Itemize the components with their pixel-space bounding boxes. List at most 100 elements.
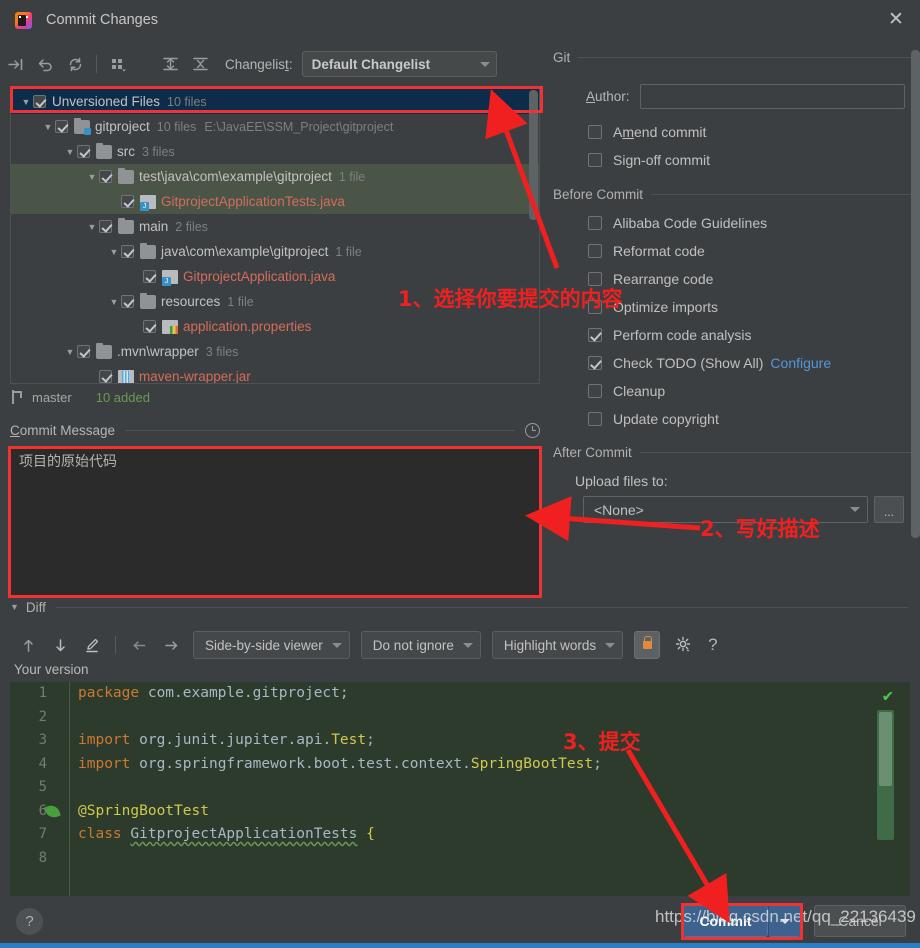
row-checkbox[interactable] <box>99 170 112 183</box>
checkbox-box[interactable] <box>588 356 602 370</box>
diff-section-header[interactable]: ▼ Diff <box>10 598 910 616</box>
chevron-down-icon[interactable]: ▼ <box>19 97 33 107</box>
upload-target-dropdown[interactable]: <None> <box>583 496 868 523</box>
configure-link[interactable]: Configure <box>770 355 831 371</box>
options-scrollbar[interactable] <box>911 50 920 538</box>
author-field[interactable] <box>639 84 905 109</box>
row-checkbox[interactable] <box>99 220 112 233</box>
line-number: 2 <box>38 708 47 725</box>
checkbox-box[interactable] <box>588 300 602 314</box>
checkbox-box[interactable] <box>588 153 602 167</box>
row-checkbox[interactable] <box>99 370 112 383</box>
row-checkbox[interactable] <box>143 270 156 283</box>
help-button[interactable]: ? <box>16 908 43 935</box>
scrollbar-thumb[interactable] <box>879 712 892 786</box>
commit-options-dropdown[interactable] <box>768 905 801 937</box>
read-only-lock-icon[interactable] <box>634 631 661 659</box>
before-commit-checkbox[interactable]: Reformat code <box>588 237 920 265</box>
highlight-mode-dropdown[interactable]: Highlight words <box>491 631 624 659</box>
amend-commit-checkbox[interactable]: Amend commit <box>588 118 920 146</box>
checkbox-box[interactable] <box>588 328 602 342</box>
before-commit-checkbox[interactable]: Alibaba Code Guidelines <box>588 209 920 237</box>
chevron-down-icon[interactable]: ▼ <box>41 122 55 132</box>
chevron-down-icon[interactable]: ▼ <box>63 147 77 157</box>
signoff-commit-label: Sign-off commit <box>613 152 711 168</box>
editor-scrollbar[interactable] <box>877 710 894 840</box>
checkbox-box[interactable] <box>588 244 602 258</box>
row-checkbox[interactable] <box>121 195 134 208</box>
previous-difference-icon[interactable] <box>12 632 44 658</box>
accept-right-icon[interactable] <box>155 632 187 658</box>
next-difference-icon[interactable] <box>44 632 76 658</box>
expand-all-icon[interactable] <box>155 50 185 78</box>
row-checkbox[interactable] <box>143 320 156 333</box>
before-commit-checkbox[interactable]: Rearrange code <box>588 265 920 293</box>
collapse-all-icon[interactable] <box>185 50 215 78</box>
tree-row[interactable]: ▼ resources 1 file <box>11 289 539 314</box>
chevron-down-icon[interactable]: ▼ <box>10 602 19 612</box>
chevron-down-icon[interactable]: ▼ <box>107 247 121 257</box>
tree-row[interactable]: ▼ .mvn\wrapper 3 files <box>11 339 539 364</box>
viewer-mode-dropdown[interactable]: Side-by-side viewer <box>193 631 350 659</box>
close-icon[interactable]: ✕ <box>886 10 906 30</box>
changes-tree[interactable]: ▼ Unversioned Files 10 files ▼ gitproject… <box>10 88 540 384</box>
row-checkbox[interactable] <box>121 245 134 258</box>
cancel-button[interactable]: Cancel <box>814 905 906 937</box>
before-commit-checkbox[interactable]: Cleanup <box>588 377 920 405</box>
tree-row[interactable]: GitprojectApplication.java <box>11 264 539 289</box>
chevron-down-icon[interactable]: ▼ <box>63 347 77 357</box>
chevron-down-icon[interactable]: ▼ <box>85 222 99 232</box>
browse-button[interactable]: ... <box>874 496 904 523</box>
edit-source-icon[interactable] <box>76 632 108 658</box>
before-commit-checkbox[interactable]: Optimize imports <box>588 293 920 321</box>
branch-name: master <box>32 389 72 405</box>
changelist-dropdown[interactable]: Default Changelist <box>301 51 497 77</box>
refresh-icon[interactable] <box>60 50 90 78</box>
tree-row[interactable]: ▼ test\java\com\example\gitproject 1 file <box>11 164 539 189</box>
commit-message-input[interactable]: 项目的原始代码 <box>10 446 540 596</box>
code-token: com.example.gitproject; <box>139 685 349 701</box>
ignore-mode-dropdown[interactable]: Do not ignore <box>360 631 481 659</box>
row-checkbox[interactable] <box>55 120 68 133</box>
chevron-down-icon <box>479 61 490 67</box>
move-to-changelist-icon[interactable] <box>0 50 30 78</box>
row-checkbox[interactable] <box>77 145 90 158</box>
checkbox-box[interactable] <box>588 384 602 398</box>
chevron-down-icon[interactable]: ▼ <box>107 297 121 307</box>
tree-row[interactable]: ▼ src 3 files <box>11 139 539 164</box>
signoff-commit-checkbox[interactable]: Sign-off commit <box>588 146 920 174</box>
before-commit-checkbox[interactable]: Update copyright <box>588 405 920 433</box>
diff-help-icon[interactable]: ? <box>708 635 717 655</box>
tree-row[interactable]: maven-wrapper.jar <box>11 364 539 383</box>
diff-editor[interactable]: 1 2 3 4 5 6 7 8 package com.example.gitproject;… <box>10 682 910 896</box>
rollback-icon[interactable] <box>30 50 60 78</box>
tree-row-unversioned-root[interactable]: ▼ Unversioned Files 10 files <box>11 89 539 114</box>
accept-left-icon[interactable] <box>123 632 155 658</box>
before-commit-checkbox[interactable]: Perform code analysis <box>588 321 920 349</box>
checkbox-box[interactable] <box>588 412 602 426</box>
tree-row[interactable]: ▼ main 2 files <box>11 214 539 239</box>
checkbox-box[interactable] <box>588 125 602 139</box>
tree-row[interactable]: application.properties <box>11 314 539 339</box>
checkbox-box[interactable] <box>588 216 602 230</box>
before-commit-checkbox[interactable]: Check TODO (Show All) Configure <box>588 349 920 377</box>
tree-row[interactable]: GitprojectApplicationTests.java <box>11 189 539 214</box>
tree-row[interactable]: ▼ java\com\example\gitproject 1 file <box>11 239 539 264</box>
commit-message-value: 项目的原始代码 <box>19 454 117 470</box>
gear-icon[interactable] <box>668 632 698 658</box>
tree-scrollbar[interactable] <box>529 90 538 220</box>
code-line: @SpringBootTest <box>78 800 910 824</box>
checkbox-box[interactable] <box>588 272 602 286</box>
commit-button[interactable]: Commit <box>683 905 768 937</box>
row-checkbox[interactable] <box>77 345 90 358</box>
history-clock-icon[interactable] <box>525 422 540 438</box>
chevron-down-icon[interactable]: ▼ <box>85 172 99 182</box>
divider <box>578 57 920 58</box>
tree-count: 1 file <box>335 244 362 259</box>
toolbar-separator <box>96 55 97 73</box>
row-checkbox[interactable] <box>121 295 134 308</box>
tree-row[interactable]: ▼ gitproject 10 files E:\JavaEE\SSM_Project… <box>11 114 539 139</box>
group-by-icon[interactable] <box>103 50 133 78</box>
row-checkbox[interactable] <box>33 95 46 108</box>
